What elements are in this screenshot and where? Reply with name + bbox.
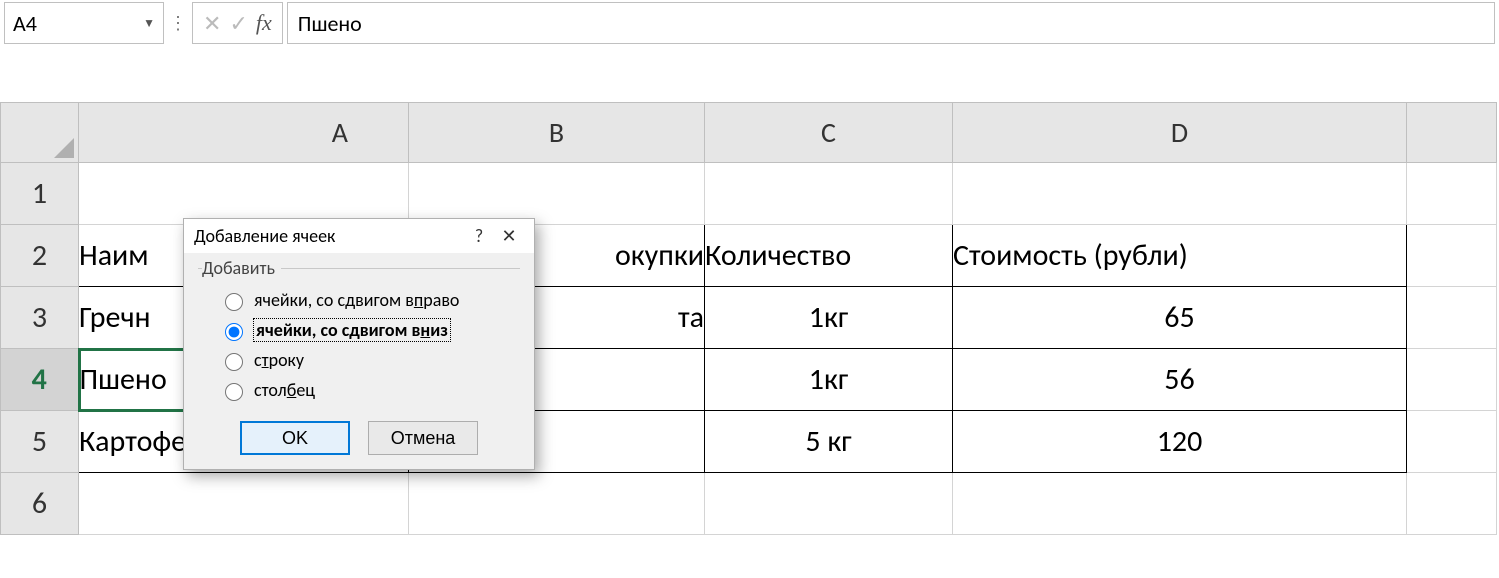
ok-button[interactable]: OK xyxy=(240,421,350,455)
col-header-B[interactable]: B xyxy=(409,103,705,163)
dialog-help-icon[interactable]: ? xyxy=(464,225,494,247)
cell-C3[interactable]: 1кг xyxy=(705,287,953,349)
label-entire-row: строку xyxy=(254,349,304,371)
cell-E4[interactable] xyxy=(1407,349,1497,411)
cell-D4[interactable]: 56 xyxy=(953,349,1407,411)
insert-group-label: Добавить xyxy=(202,257,281,279)
label-shift-right: ячейки, со сдвигом вправо xyxy=(254,289,459,311)
cell-D6[interactable] xyxy=(953,473,1407,535)
cell-E5[interactable] xyxy=(1407,411,1497,473)
row-header-2[interactable]: 2 xyxy=(1,225,79,287)
insert-options-group: Добавить ячейки, со сдвигом вправо ячейк… xyxy=(198,257,520,411)
row-header-6[interactable]: 6 xyxy=(1,473,79,535)
cell-D3[interactable]: 65 xyxy=(953,287,1407,349)
cell-E6[interactable] xyxy=(1407,473,1497,535)
cell-E1[interactable] xyxy=(1407,163,1497,225)
formula-bar-separator-icon: ⋮ xyxy=(168,0,188,46)
option-entire-row[interactable]: строку xyxy=(202,345,520,375)
insert-function-icon[interactable]: fx xyxy=(256,10,272,36)
cell-C4[interactable]: 1кг xyxy=(705,349,953,411)
formula-input-wrap[interactable]: Пшено xyxy=(287,2,1495,44)
cell-C2[interactable]: Количество xyxy=(705,225,953,287)
cell-C1[interactable] xyxy=(705,163,953,225)
radio-shift-right[interactable] xyxy=(225,293,243,311)
select-all-corner[interactable] xyxy=(1,103,79,163)
cell-D5[interactable]: 120 xyxy=(953,411,1407,473)
cell-A6[interactable] xyxy=(79,473,409,535)
col-header-A[interactable]: A xyxy=(79,103,409,163)
enter-icon[interactable]: ✓ xyxy=(229,10,247,37)
col-header-D[interactable]: D xyxy=(953,103,1407,163)
insert-cells-dialog: Добавление ячеек ? ✕ Добавить ячейки, со… xyxy=(183,218,535,470)
cancel-button[interactable]: Отмена xyxy=(368,421,478,455)
row-header-4[interactable]: 4 xyxy=(1,349,79,411)
label-entire-column: столбец xyxy=(254,379,315,401)
cell-B1[interactable] xyxy=(409,163,705,225)
col-header-C[interactable]: C xyxy=(705,103,953,163)
dialog-close-icon[interactable]: ✕ xyxy=(494,225,524,247)
cell-C6[interactable] xyxy=(705,473,953,535)
radio-entire-row[interactable] xyxy=(225,353,243,371)
col-header-E[interactable] xyxy=(1407,103,1497,163)
name-box[interactable]: A4 ▼ xyxy=(4,2,164,44)
name-box-value: A4 xyxy=(13,10,37,37)
cell-E3[interactable] xyxy=(1407,287,1497,349)
option-shift-right[interactable]: ячейки, со сдвигом вправо xyxy=(202,285,520,315)
radio-entire-column[interactable] xyxy=(225,383,243,401)
formula-bar: A4 ▼ ⋮ ✕ ✓ fx Пшено xyxy=(0,0,1499,46)
name-box-dropdown-icon[interactable]: ▼ xyxy=(143,16,155,31)
formula-input[interactable]: Пшено xyxy=(298,10,362,37)
dialog-title: Добавление ячеек xyxy=(194,225,464,247)
cell-C5[interactable]: 5 кг xyxy=(705,411,953,473)
cell-A1[interactable] xyxy=(79,163,409,225)
formula-bar-buttons: ✕ ✓ fx xyxy=(192,2,283,44)
dialog-titlebar[interactable]: Добавление ячеек ? ✕ xyxy=(184,219,534,253)
row-header-1[interactable]: 1 xyxy=(1,163,79,225)
row-header-3[interactable]: 3 xyxy=(1,287,79,349)
cell-E2[interactable] xyxy=(1407,225,1497,287)
cell-B6[interactable] xyxy=(409,473,705,535)
cell-D2[interactable]: Стоимость (рубли) xyxy=(953,225,1407,287)
cancel-icon[interactable]: ✕ xyxy=(203,10,221,37)
row-header-5[interactable]: 5 xyxy=(1,411,79,473)
option-entire-column[interactable]: столбец xyxy=(202,375,520,405)
option-shift-down[interactable]: ячейки, со сдвигом вниз xyxy=(202,315,520,345)
label-shift-down: ячейки, со сдвигом вниз xyxy=(254,319,450,341)
radio-shift-down[interactable] xyxy=(225,323,243,341)
spreadsheet-area: A B C D 1 2 Наим окупки Количество Стоим… xyxy=(0,102,1499,535)
cell-D1[interactable] xyxy=(953,163,1407,225)
